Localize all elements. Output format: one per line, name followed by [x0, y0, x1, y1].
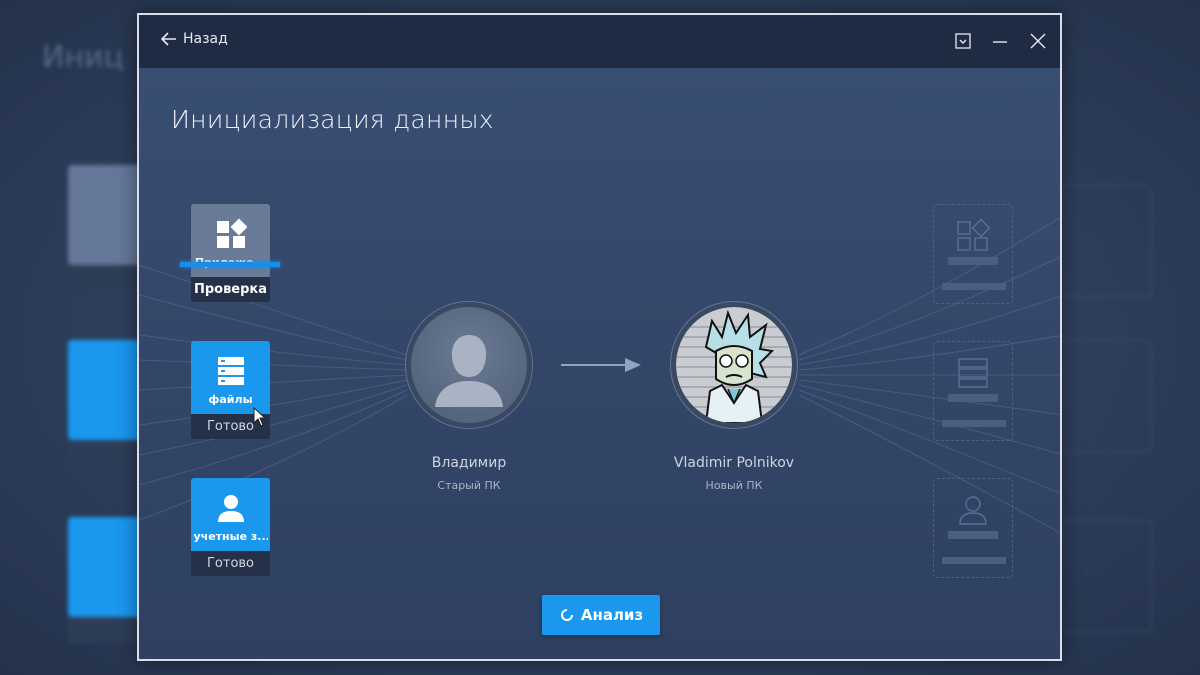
close-icon [1030, 33, 1046, 49]
task-status: Проверка [191, 277, 270, 302]
account-icon [959, 496, 987, 525]
background-tile [68, 165, 148, 291]
dropdown-button[interactable] [953, 31, 973, 51]
mouse-cursor-icon [253, 407, 267, 427]
apps-icon [957, 219, 990, 251]
arrow-left-icon [161, 32, 176, 46]
source-pc-avatar [406, 302, 532, 428]
refresh-icon [560, 609, 573, 621]
minimize-icon [993, 41, 1007, 43]
task-face: файлы [191, 341, 270, 414]
profile-picture-icon [676, 307, 792, 423]
target-apps-placeholder [933, 204, 1013, 304]
background-tile [68, 517, 148, 643]
dropdown-icon [955, 33, 971, 49]
task-name: учетные з... [193, 530, 268, 543]
apps-icon [216, 218, 247, 248]
source-pc-name: Владимир [431, 455, 507, 471]
task-status: Готово [191, 551, 270, 576]
background-ghost-tile [1060, 340, 1152, 452]
task-name: файлы [208, 393, 253, 406]
migration-dialog: Назад Инициализация данных Проверка файл… [137, 13, 1062, 661]
task-face: учетные з... [191, 478, 270, 551]
close-button[interactable] [1028, 31, 1048, 51]
task-accounts[interactable]: учетные з... Готово [191, 478, 270, 576]
source-pc-label: Старый ПК [437, 479, 501, 492]
analyze-label: Анализ [580, 606, 644, 624]
task-progress-bar [180, 262, 280, 267]
analyze-button[interactable]: Анализ [542, 595, 660, 635]
target-files-placeholder [933, 341, 1013, 441]
background-ghost-tile [1060, 185, 1152, 297]
back-label: Назад [183, 31, 228, 47]
files-icon [217, 357, 244, 385]
target-accounts-placeholder [933, 478, 1013, 578]
background-title: Иниц [42, 40, 124, 75]
target-pc-avatar [671, 302, 797, 428]
page-title: Инициализация данных [171, 105, 494, 134]
title-bar: Назад [139, 15, 1060, 68]
background-ghost-tile [1060, 520, 1152, 632]
background-tile [68, 340, 148, 466]
target-pc-name: Vladimir Polnikov [673, 455, 795, 471]
minimize-button[interactable] [990, 31, 1010, 51]
transfer-arrow-icon [561, 358, 641, 372]
target-pc-label: Новый ПК [705, 479, 763, 492]
task-apps[interactable]: Приложе... Проверка [180, 204, 280, 302]
files-icon [958, 358, 988, 388]
user-silhouette-icon [435, 335, 503, 407]
back-button[interactable]: Назад [161, 31, 228, 47]
account-icon [217, 495, 244, 522]
